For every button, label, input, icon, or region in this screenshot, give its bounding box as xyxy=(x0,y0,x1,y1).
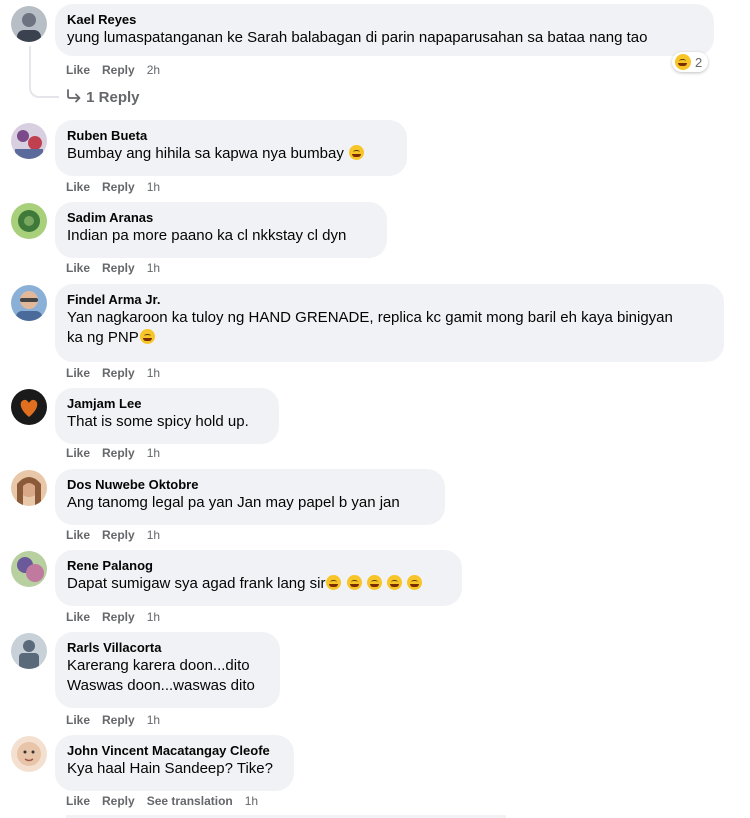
timestamp[interactable]: 1h xyxy=(147,180,160,194)
comment-text: Kya haal Hain Sandeep? Tike? xyxy=(67,760,273,777)
timestamp[interactable]: 2h xyxy=(147,63,160,77)
comment-text: Bumbay ang hihila sa kapwa nya bumbay xyxy=(67,145,344,162)
reply-arrow-icon xyxy=(66,89,86,106)
comment-text-line: Waswas doon...waswas dito xyxy=(67,677,255,694)
like-button[interactable]: Like xyxy=(66,63,90,77)
reply-button[interactable]: Reply xyxy=(102,713,135,727)
comment-actions: Like Reply 1h xyxy=(66,527,172,543)
avatar-image xyxy=(11,203,47,239)
comment-text: Indian pa more paano ka cl nkkstay cl dy… xyxy=(67,227,347,244)
comment-bubble: Jamjam Lee That is some spicy hold up. xyxy=(55,388,279,444)
comment-author[interactable]: John Vincent Macatangay Cleofe xyxy=(67,742,282,759)
laughing-emoji-icon xyxy=(139,329,155,344)
timestamp[interactable]: 1h xyxy=(147,446,160,460)
comment-actions: Like Reply 1h xyxy=(66,179,172,195)
avatar-image xyxy=(11,6,47,42)
comment-bubble: John Vincent Macatangay Cleofe Kya haal … xyxy=(55,735,294,791)
reply-button[interactable]: Reply xyxy=(102,610,135,624)
comment-text: yung lumaspatanganan ke Sarah balabagan … xyxy=(67,29,648,46)
avatar[interactable] xyxy=(11,6,47,42)
comment-actions: Like Reply 2h xyxy=(66,62,172,78)
avatar[interactable] xyxy=(11,633,47,669)
grinning-emoji-icon xyxy=(386,575,402,590)
like-button[interactable]: Like xyxy=(66,366,90,380)
avatar-image xyxy=(11,551,47,587)
reply-button[interactable]: Reply xyxy=(102,794,135,808)
like-button[interactable]: Like xyxy=(66,261,90,275)
thread-line xyxy=(29,46,59,98)
comment-text: That is some spicy hold up. xyxy=(67,413,249,430)
comment-text-line: Karerang karera doon...dito xyxy=(67,657,250,674)
reply-button[interactable]: Reply xyxy=(102,446,135,460)
comment-text: Dapat sumigaw sya agad frank lang sir xyxy=(67,575,326,592)
comment-author[interactable]: Rene Palanog xyxy=(67,557,450,574)
timestamp[interactable]: 1h xyxy=(147,610,160,624)
timestamp[interactable]: 1h xyxy=(147,366,160,380)
like-button[interactable]: Like xyxy=(66,713,90,727)
comment-author[interactable]: Kael Reyes xyxy=(67,11,702,28)
laughing-emoji-icon xyxy=(675,54,691,70)
comment-text: Ang tanomg legal pa yan Jan may papel b … xyxy=(67,494,400,511)
avatar-image xyxy=(11,285,47,321)
comment-author[interactable]: Jamjam Lee xyxy=(67,395,267,412)
avatar[interactable] xyxy=(11,389,47,425)
comment-author[interactable]: Dos Nuwebe Oktobre xyxy=(67,476,433,493)
laughing-emoji-icon xyxy=(349,145,365,160)
comment-bubble: Ruben Bueta Bumbay ang hihila sa kapwa n… xyxy=(55,120,407,176)
avatar[interactable] xyxy=(11,551,47,587)
comment-author[interactable]: Ruben Bueta xyxy=(67,127,395,144)
grinning-emoji-icon xyxy=(346,575,362,590)
comment-actions: Like Reply 1h xyxy=(66,609,172,625)
comment-bubble: Rene Palanog Dapat sumigaw sya agad fran… xyxy=(55,550,462,606)
view-replies-link[interactable]: 1 Reply xyxy=(66,89,140,106)
comment-author[interactable]: Rarls Villacorta xyxy=(67,639,268,656)
timestamp[interactable]: 1h xyxy=(245,794,258,808)
reply-button[interactable]: Reply xyxy=(102,180,135,194)
comment-bubble: Dos Nuwebe Oktobre Ang tanomg legal pa y… xyxy=(55,469,445,525)
reaction-count[interactable]: 2 xyxy=(672,52,709,72)
comment-actions: Like Reply 1h xyxy=(66,260,172,276)
grinning-emoji-icon xyxy=(326,575,342,590)
avatar-image xyxy=(11,389,47,425)
like-button[interactable]: Like xyxy=(66,610,90,624)
comment-bubble: Findel Arma Jr. Yan nagkaroon ka tuloy n… xyxy=(55,284,724,362)
like-button[interactable]: Like xyxy=(66,446,90,460)
avatar-image xyxy=(11,736,47,772)
comment-author[interactable]: Sadim Aranas xyxy=(67,209,375,226)
see-translation-button[interactable]: See translation xyxy=(147,794,233,808)
timestamp[interactable]: 1h xyxy=(147,528,160,542)
comment-bubble: Sadim Aranas Indian pa more paano ka cl … xyxy=(55,202,387,258)
like-button[interactable]: Like xyxy=(66,180,90,194)
avatar[interactable] xyxy=(11,470,47,506)
grinning-emoji-icon xyxy=(407,575,423,590)
comment-actions: Like Reply 1h xyxy=(66,712,172,728)
comment-author[interactable]: Findel Arma Jr. xyxy=(67,291,712,308)
like-button[interactable]: Like xyxy=(66,794,90,808)
avatar[interactable] xyxy=(11,736,47,772)
comment-text: Yan nagkaroon ka tuloy ng HAND GRENADE, … xyxy=(67,309,673,346)
grinning-emoji-icon xyxy=(366,575,382,590)
comment-bubble: Kael Reyes yung lumaspatanganan ke Sarah… xyxy=(55,4,714,56)
reply-button[interactable]: Reply xyxy=(102,261,135,275)
avatar-image xyxy=(11,470,47,506)
reply-button[interactable]: Reply xyxy=(102,63,135,77)
comment-actions: Like Reply 1h xyxy=(66,365,172,381)
reply-button[interactable]: Reply xyxy=(102,366,135,380)
avatar[interactable] xyxy=(11,203,47,239)
comment-actions: Like Reply See translation 1h xyxy=(66,793,270,809)
comment-actions: Like Reply 1h xyxy=(66,445,172,461)
avatar[interactable] xyxy=(11,123,47,159)
timestamp[interactable]: 1h xyxy=(147,261,160,275)
timestamp[interactable]: 1h xyxy=(147,713,160,727)
avatar-image xyxy=(11,633,47,669)
avatar[interactable] xyxy=(11,285,47,321)
avatar-image xyxy=(11,123,47,159)
reply-button[interactable]: Reply xyxy=(102,528,135,542)
comment-bubble: Rarls Villacorta Karerang karera doon...… xyxy=(55,632,280,708)
like-button[interactable]: Like xyxy=(66,528,90,542)
